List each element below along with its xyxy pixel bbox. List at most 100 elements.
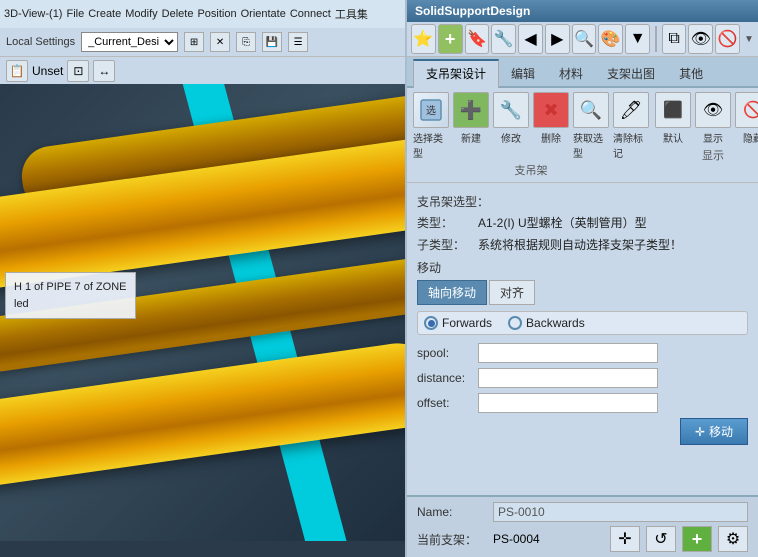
current-support-label: 当前支架： [417,531,487,548]
hide2-btn[interactable]: 👁 [695,92,731,128]
bottom-move-btn[interactable]: ✛ [610,526,640,552]
bottom-actions: 当前支架： PS-0004 ✛ ↺ + ⚙ [417,526,748,552]
hanger-selection-title: 支吊架选型： [417,193,748,210]
new-btn[interactable] [453,92,489,128]
radio-forwards-circle [424,316,438,330]
menu-tools[interactable]: 工具集 [335,6,368,22]
bottom-settings-btn[interactable]: ⚙ [718,526,748,552]
menu-orientate[interactable]: Orientate [241,8,286,20]
tab-material[interactable]: 材料 [547,59,595,86]
modify-group: 🔧 修改 [493,92,529,160]
distance-input[interactable] [478,368,658,388]
modify-icon: 🔧 [500,100,522,121]
name-row: Name: [417,502,748,522]
viewport-menubar: 3D-View-(1) File Create Modify Delete Po… [0,0,405,28]
toolbar-btn-close[interactable]: ✕ [210,32,230,52]
radio-forwards-label: Forwards [442,316,492,330]
move-action-btn[interactable]: ✛ 移动 [680,418,748,445]
toolbar2-btn2[interactable]: ↔ [93,60,115,82]
tb-arrow-right[interactable]: ▶ [545,24,570,54]
current-design-select[interactable]: _Current_Desi [81,32,178,52]
menu-create[interactable]: Create [88,8,121,20]
tb-hide[interactable]: 🚫 [715,24,740,54]
tab-drawing[interactable]: 支架出图 [595,59,667,86]
rp-main-toolbar: ⭐ + 🔖 🔧 ◀ ▶ 🔍 🎨 ▼ ⧉ 👁 🚫 ▼ [407,22,758,57]
hanger-selection-section: 支吊架选型： 类型： A1-2(I) U型螺栓（英制管用）型 子类型： 系统将根… [417,193,748,253]
svg-text:选: 选 [426,104,436,117]
tab-other[interactable]: 其他 [667,59,715,86]
clear-mark-btn[interactable]: 🖊 [613,92,649,128]
delete-btn[interactable] [533,92,569,128]
current-support-value: PS-0004 [493,532,540,546]
tb-yellow-star[interactable]: ⭐ [411,24,436,54]
move-tab-axial[interactable]: 轴向移动 [417,280,487,305]
new-group: 新建 [453,92,489,160]
get-selection-label: 获取选型 [573,130,609,160]
toolbar-btn-menu[interactable]: ☰ [288,32,308,52]
tb-dropdown2[interactable]: ▼ [744,34,754,45]
hide2-icon: 👁 [703,100,723,120]
new-label: 新建 [461,130,481,145]
tb-bookmark[interactable]: 🔖 [465,24,490,54]
toolbar2-btn1[interactable]: ⊡ [67,60,89,82]
menu-connect[interactable]: Connect [290,8,331,20]
tab-edit[interactable]: 编辑 [499,59,547,86]
clear-mark-label: 清除标记 [613,130,649,160]
menu-file[interactable]: File [66,8,84,20]
tb-eye[interactable]: 👁 [688,24,713,54]
content-area: 支吊架选型： 类型： A1-2(I) U型螺栓（英制管用）型 子类型： 系统将根… [407,183,758,495]
hide2-group: 👁 显示 [695,92,731,145]
bottom-section: Name: 当前支架： PS-0004 ✛ ↺ + ⚙ [407,495,758,557]
unset-icon[interactable]: 📋 [6,60,28,82]
hide3-group: 🚫 隐藏 [735,92,758,145]
distance-row: distance: [417,368,748,388]
move-btn-container: ✛ 移动 [417,418,748,445]
tool-icons-section: 选 选择类型 新建 🔧 修改 [407,88,758,183]
tab-hanger-design[interactable]: 支吊架设计 [413,59,499,88]
toolbar-btn-copy[interactable]: ⎘ [236,32,256,52]
tb-layers[interactable]: ⧉ [662,24,687,54]
right-panel: SolidSupportDesign ⭐ + 🔖 🔧 ◀ ▶ 🔍 🎨 ▼ ⧉ 👁… [405,0,758,557]
menu-position[interactable]: Position [197,8,236,20]
hide1-label: 默认 [663,130,683,145]
display-tools-group: ⬛ 默认 👁 显示 🚫 隐藏 显示 [655,92,758,163]
radio-backwards[interactable]: Backwards [508,316,585,330]
get-selection-btn[interactable]: 🔍 [573,92,609,128]
toolbar-btn-save[interactable]: 💾 [262,32,282,52]
radio-forwards[interactable]: Forwards [424,316,492,330]
hanger-tools-group: 选 选择类型 新建 🔧 修改 [413,92,649,178]
move-tab-align[interactable]: 对齐 [489,280,535,305]
3d-scene: H 1 of PIPE 7 of ZONE led [0,84,405,541]
menu-3dview[interactable]: 3D-View-(1) [4,8,62,20]
tb-plus-green[interactable]: + [438,24,463,54]
modify-btn[interactable]: 🔧 [493,92,529,128]
tb-paint[interactable]: 🎨 [598,24,623,54]
display-icon-row: ⬛ 默认 👁 显示 🚫 隐藏 [655,92,758,145]
tb-magnify[interactable]: 🔍 [572,24,597,54]
hide1-btn[interactable]: ⬛ [655,92,691,128]
bottom-refresh-btn[interactable]: ↺ [646,526,676,552]
clear-mark-group: 🖊 清除标记 [613,92,649,160]
tooltip-line2: led [14,296,127,313]
hide3-btn[interactable]: 🚫 [735,92,758,128]
tb-wrench[interactable]: 🔧 [491,24,516,54]
bottom-add-btn[interactable]: + [682,526,712,552]
tb-dropdown1[interactable]: ▼ [625,24,650,54]
type-row: 类型： A1-2(I) U型螺栓（英制管用）型 [417,214,748,231]
name-input[interactable] [493,502,748,522]
menu-delete[interactable]: Delete [162,8,194,20]
toolbar-btn-expand[interactable]: ⊞ [184,32,204,52]
type-value: A1-2(I) U型螺栓（英制管用）型 [478,214,748,231]
title-bar: SolidSupportDesign [407,0,758,22]
tb-sep1 [655,26,657,52]
clear-mark-icon: 🖊 [620,100,643,121]
tb-arrow-left[interactable]: ◀ [518,24,543,54]
get-selection-icon: 🔍 [580,100,602,121]
menu-modify[interactable]: Modify [125,8,157,20]
viewport-toolbar: Local Settings _Current_Desi ⊞ ✕ ⎘ 💾 ☰ [0,28,405,56]
new-icon [460,99,482,122]
select-type-btn[interactable]: 选 [413,92,449,128]
viewport-panel: 3D-View-(1) File Create Modify Delete Po… [0,0,405,557]
offset-input[interactable] [478,393,658,413]
spool-input[interactable] [478,343,658,363]
